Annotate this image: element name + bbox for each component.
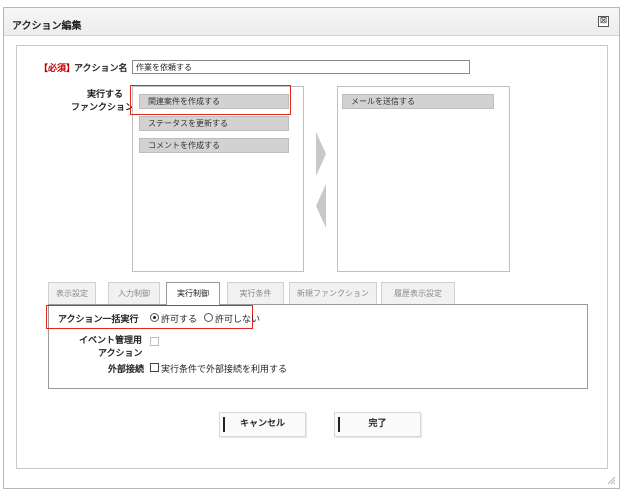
tab-new-function[interactable]: 新規ファンクション [289,282,377,304]
action-edit-dialog: アクション編集 ⊠ 【必須】 アクション名 実行する ファンクション 関連案件を… [3,7,620,489]
dialog-content: 【必須】 アクション名 実行する ファンクション 関連案件を作成する ステータス… [16,45,608,469]
external-connection-label: 外部接続 [108,365,145,375]
tab-execution-conditions[interactable]: 実行条件 [227,282,284,304]
event-management-label-line1: イベント管理用 [79,336,143,346]
resize-grip-icon[interactable] [606,475,616,485]
done-button-bar [338,417,340,432]
cancel-button[interactable]: キャンセル [219,412,306,437]
execution-control-panel: アクション一括実行 許可する 許可しない イベント管理用 アクション 外部接続 … [46,304,588,389]
close-icon[interactable]: ⊠ [598,16,609,27]
cancel-button-label: キャンセル [239,419,285,429]
title-bar[interactable]: アクション編集 ⊠ [4,8,619,36]
required-marker: 【必須】 [39,64,76,74]
move-right-arrow-icon[interactable] [316,132,326,176]
external-connection-checkbox[interactable] [150,363,159,372]
action-name-label: アクション名 [74,64,128,74]
function-highlight-box [130,85,291,115]
functions-label-line2: ファンクション [71,103,135,113]
cancel-button-bar [223,417,225,432]
functions-label-line1: 実行する [87,90,124,100]
tab-input-control[interactable]: 入力制御 [108,282,160,304]
tab-history-display[interactable]: 履歴表示設定 [381,282,455,304]
function-item-send-mail[interactable]: メールを送信する [342,94,494,109]
event-management-label-line2: アクション [98,349,143,359]
function-item-update-status[interactable]: ステータスを更新する [139,116,289,131]
action-name-input[interactable] [132,60,470,74]
function-item-create-comment[interactable]: コメントを作成する [139,138,289,153]
event-management-checkbox[interactable] [150,337,159,346]
move-left-arrow-icon[interactable] [316,184,326,228]
done-button[interactable]: 完了 [334,412,421,437]
tab-display-settings[interactable]: 表示設定 [48,282,96,304]
bulk-execution-label: アクション一括実行 [58,315,139,325]
deny-label[interactable]: 許可しない [215,312,260,325]
allow-radio[interactable] [150,313,159,322]
tab-execution-control[interactable]: 実行制御 [166,282,220,305]
selected-functions-panel[interactable]: メールを送信する [337,86,510,272]
allow-label[interactable]: 許可する [161,312,197,325]
deny-radio[interactable] [204,313,213,322]
external-connection-checkbox-label[interactable]: 実行条件で外部接続を利用する [161,362,287,375]
dialog-title: アクション編集 [12,21,82,32]
done-button-label: 完了 [368,419,387,429]
